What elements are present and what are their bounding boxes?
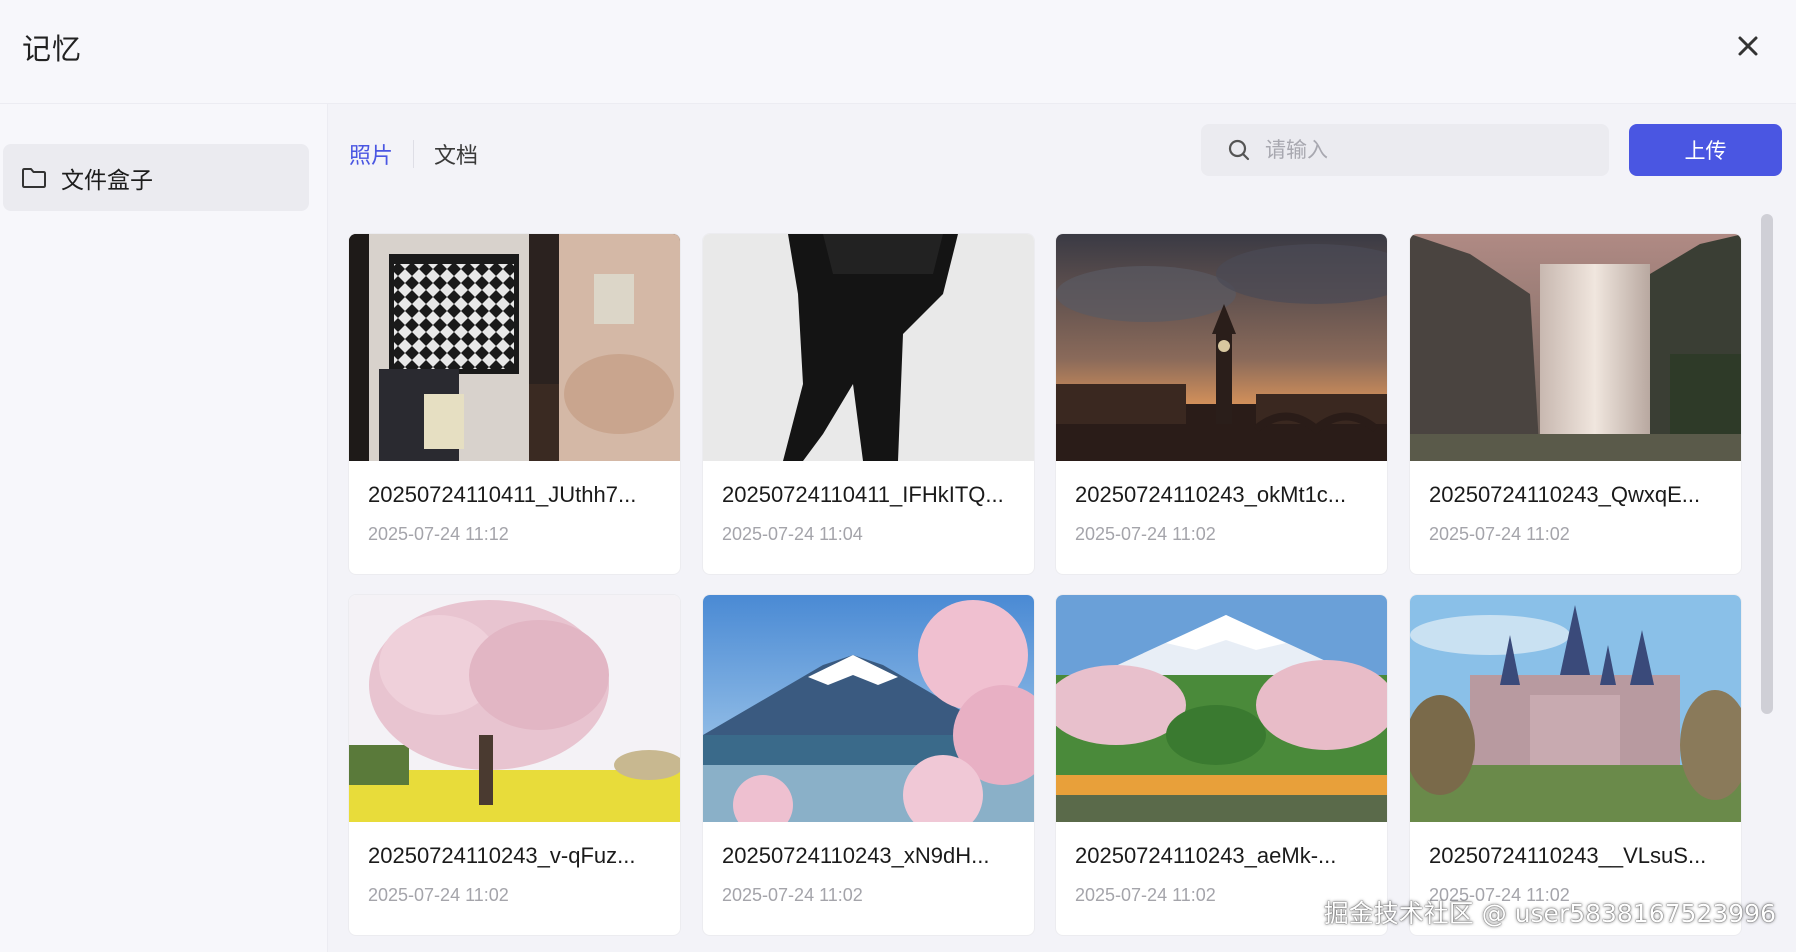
photo-date: 2025-07-24 11:12	[368, 524, 509, 544]
photo-thumbnail	[349, 595, 680, 822]
search-icon	[1227, 138, 1251, 162]
tab-documents[interactable]: 文档	[434, 138, 478, 170]
close-button[interactable]	[1732, 30, 1764, 62]
photo-thumbnail	[1410, 595, 1741, 822]
tab-bar: 照片 文档	[349, 134, 478, 174]
sidebar-item-label: 文件盒子	[61, 167, 153, 194]
photo-thumbnail	[349, 234, 680, 461]
photo-name: 20250724110243_QwxqE...	[1429, 482, 1701, 507]
folder-icon	[21, 164, 49, 192]
photo-name: 20250724110243__VLsuS...	[1429, 843, 1707, 868]
upload-button[interactable]: 上传	[1629, 124, 1782, 176]
scrollbar[interactable]	[1761, 214, 1773, 714]
photo-date: 2025-07-24 11:02	[368, 885, 509, 905]
photo-name: 20250724110243_okMt1c...	[1075, 482, 1347, 507]
photo-thumbnail	[1410, 234, 1741, 461]
photo-name: 20250724110411_JUthh7...	[368, 482, 637, 507]
photo-card[interactable]: 20250724110243_QwxqE... 2025-07-24 11:02	[1409, 233, 1742, 575]
sidebar-item-file-box[interactable]: 文件盒子	[3, 144, 309, 211]
photo-date: 2025-07-24 11:02	[1075, 524, 1216, 544]
search-box	[1201, 124, 1609, 176]
photo-name: 20250724110243_xN9dH...	[722, 843, 990, 868]
photo-card[interactable]: 20250724110411_IFHkITQ... 2025-07-24 11:…	[702, 233, 1035, 575]
photo-date: 2025-07-24 11:04	[722, 524, 863, 544]
photo-thumbnail	[703, 595, 1034, 822]
photo-card[interactable]: 20250724110243_okMt1c... 2025-07-24 11:0…	[1055, 233, 1388, 575]
photo-thumbnail	[1056, 595, 1387, 822]
tab-divider	[413, 140, 415, 168]
dialog-title: 记忆	[22, 32, 83, 66]
photo-date: 2025-07-24 11:02	[1075, 885, 1216, 905]
photo-date: 2025-07-24 11:02	[1429, 885, 1570, 905]
tab-photos[interactable]: 照片	[349, 138, 393, 170]
photo-date: 2025-07-24 11:02	[722, 885, 863, 905]
main-panel: 照片 文档 上传	[329, 104, 1796, 952]
close-icon	[1738, 36, 1758, 56]
photo-date: 2025-07-24 11:02	[1429, 524, 1570, 544]
photo-card[interactable]: 20250724110411_JUthh7... 2025-07-24 11:1…	[348, 233, 681, 575]
sidebar: 文件盒子	[0, 104, 328, 952]
photo-name: 20250724110411_IFHkITQ...	[722, 482, 1004, 507]
photo-card[interactable]: 20250724110243_aeMk-... 2025-07-24 11:02	[1055, 594, 1388, 936]
photo-name: 20250724110243_v-qFuz...	[368, 843, 636, 868]
search-input[interactable]	[1265, 138, 1585, 162]
dialog-header: 记忆	[0, 0, 1796, 104]
photo-card[interactable]: 20250724110243_xN9dH... 2025-07-24 11:02	[702, 594, 1035, 936]
photo-card[interactable]: 20250724110243_v-qFuz... 2025-07-24 11:0…	[348, 594, 681, 936]
photo-thumbnail	[1056, 234, 1387, 461]
photo-name: 20250724110243_aeMk-...	[1075, 843, 1337, 868]
photo-card[interactable]: 20250724110243__VLsuS... 2025-07-24 11:0…	[1409, 594, 1742, 936]
photo-thumbnail	[703, 234, 1034, 461]
